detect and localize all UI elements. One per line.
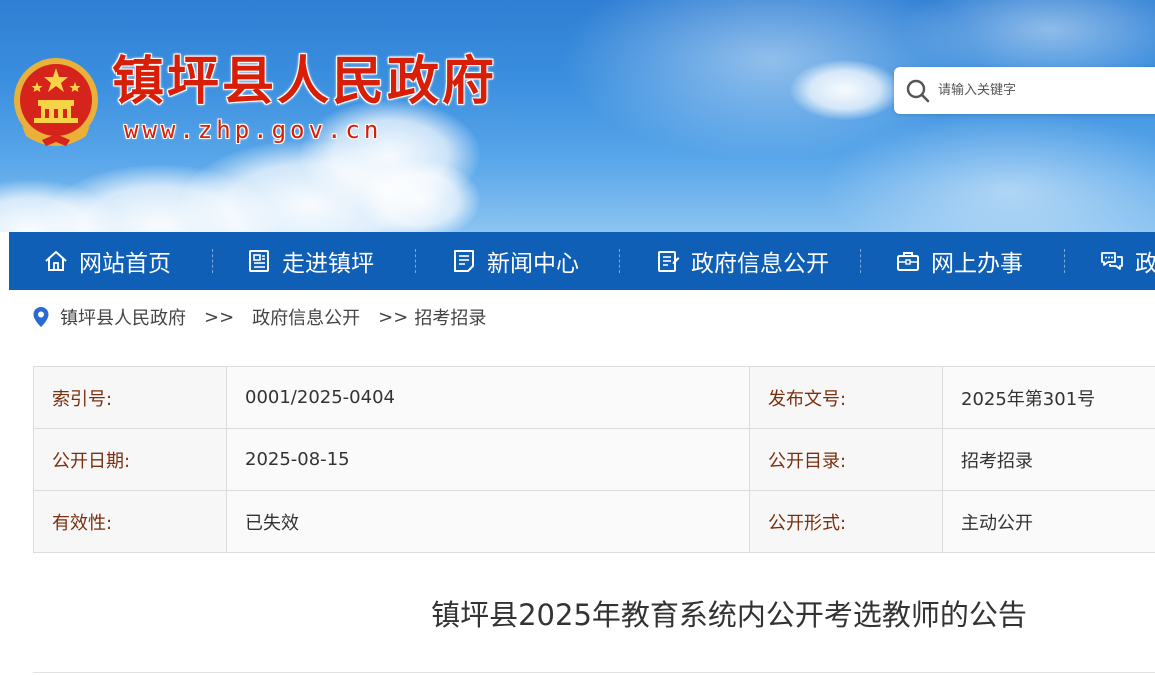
main-nav: 网站首页 走进镇坪 新闻中心 政府信息公开 网上办事 政 [9,232,1155,290]
breadcrumb-recruitment-link[interactable]: 招考招录 [414,304,486,330]
clipboard-icon [658,251,680,272]
validity-value: 已失效 [226,490,750,553]
nav-item-label: 走进镇坪 [282,251,374,277]
nav-separator [212,249,213,273]
search-input[interactable] [938,77,1148,103]
chat-bubbles-icon [1101,252,1123,270]
site-title: 镇坪县人民政府 [112,51,498,112]
document-info-table: 索引号: 0001/2025-0404 发布文号: 2025年第301号 公开日… [33,366,1155,553]
nav-item-label: 网站首页 [79,251,171,277]
catalog-label: 公开目录: [749,428,943,491]
nav-separator [415,249,416,273]
catalog-value: 招考招录 [942,428,1155,491]
document-number-label: 发布文号: [749,366,943,429]
table-row: 公开日期: 2025-08-15 公开目录: 招考招录 [33,428,1155,491]
validity-label: 有效性: [33,490,227,553]
disclosure-form-label: 公开形式: [749,490,943,553]
nav-item-about[interactable]: 走进镇坪 [246,232,374,290]
publish-date-label: 公开日期: [33,428,227,491]
index-number-label: 索引号: [33,366,227,429]
nav-separator [860,249,861,273]
site-url: www.zhp.gov.cn [124,116,383,144]
breadcrumb: 镇坪县人民政府 >> 政府信息公开 >> 招考招录 [32,302,486,332]
nav-separator [619,249,620,273]
search-box [894,67,1155,114]
document-number-value: 2025年第301号 [942,366,1155,429]
title-divider [33,672,1155,673]
nav-item-interaction[interactable]: 政 [1099,232,1155,290]
table-row: 索引号: 0001/2025-0404 发布文号: 2025年第301号 [33,366,1155,429]
breadcrumb-separator: >> [204,306,235,328]
document-panel-icon [249,250,269,272]
header-banner: 镇坪县人民政府 www.zhp.gov.cn [0,0,1155,232]
publish-date-value: 2025-08-15 [226,428,750,491]
breadcrumb-gov-info-link[interactable]: 政府信息公开 [252,304,360,330]
briefcase-icon [897,252,919,271]
home-icon [45,251,67,271]
index-number-value: 0001/2025-0404 [226,366,750,429]
location-pin-icon [33,307,49,327]
nav-item-label: 新闻中心 [487,251,579,277]
nav-item-gov-info[interactable]: 政府信息公开 [655,232,829,290]
breadcrumb-separator: >> [378,306,409,328]
nav-item-label: 政府信息公开 [691,251,829,277]
national-emblem-icon [14,58,98,146]
news-icon [454,250,474,272]
nav-separator [1064,249,1065,273]
disclosure-form-value: 主动公开 [942,490,1155,553]
breadcrumb-home-link[interactable]: 镇坪县人民政府 [60,304,186,330]
article-title: 镇坪县2025年教育系统内公开考选教师的公告 [431,598,1027,632]
table-row: 有效性: 已失效 公开形式: 主动公开 [33,490,1155,553]
nav-item-label: 网上办事 [931,251,1023,277]
nav-item-home[interactable]: 网站首页 [43,232,171,290]
nav-item-label: 政 [1135,251,1155,277]
search-icon[interactable] [906,79,930,103]
nav-item-online-services[interactable]: 网上办事 [895,232,1023,290]
nav-item-news[interactable]: 新闻中心 [451,232,579,290]
